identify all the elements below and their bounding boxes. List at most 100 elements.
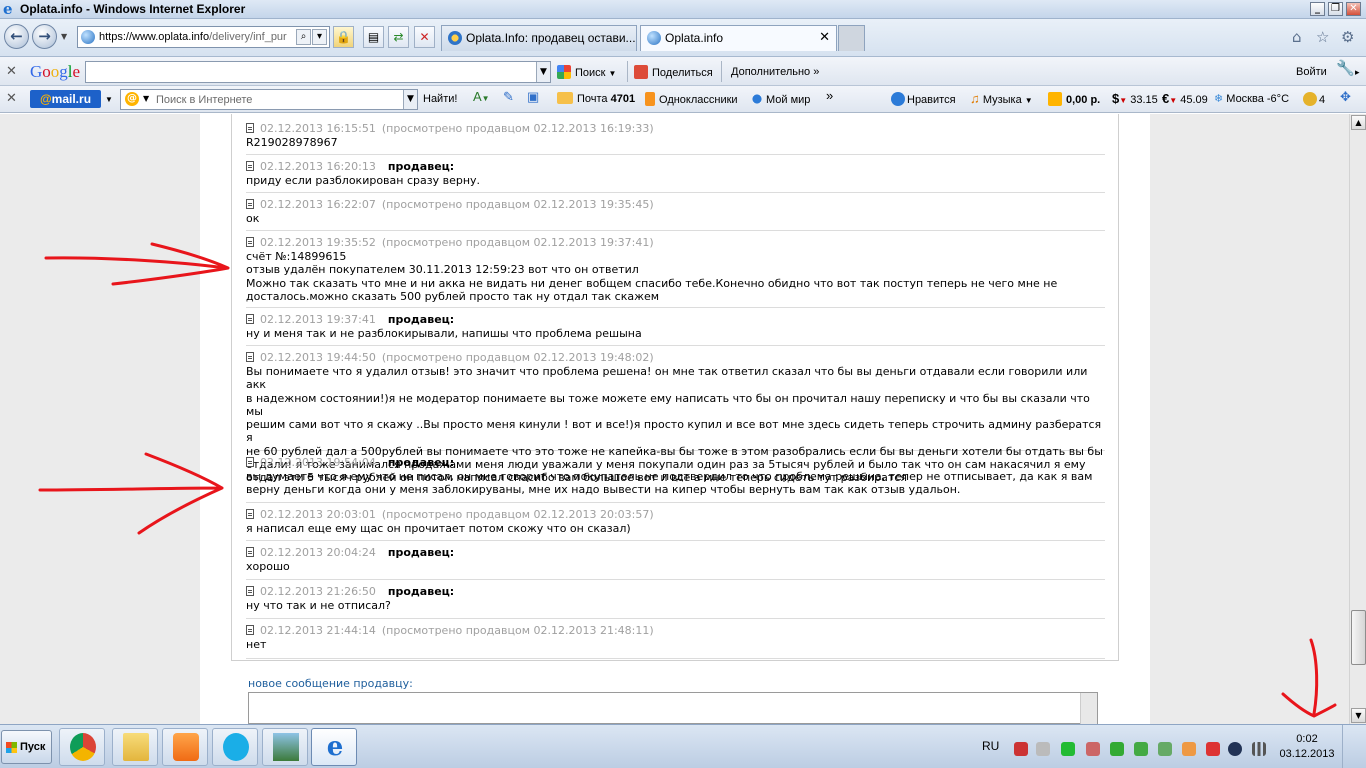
clock-time: 0:02 — [1296, 733, 1318, 745]
close-window-button[interactable]: ✕ — [1346, 2, 1361, 16]
wrench-icon[interactable]: 🔧 — [1336, 61, 1355, 76]
minimize-button[interactable]: _ — [1310, 2, 1325, 16]
textarea-scrollbar[interactable] — [1080, 693, 1097, 724]
google-search-button[interactable]: Поиск ▼ — [557, 65, 616, 81]
tray-app-icon[interactable] — [1182, 742, 1196, 756]
find-button[interactable]: Найти! — [423, 92, 457, 106]
odnoklassniki-icon — [645, 92, 655, 106]
taskbar-chrome[interactable] — [59, 728, 105, 766]
mailru-toolbar: ✕ @mail.ru ▼ @ ▼ Поиск в Интернете ▼ Най… — [0, 86, 1366, 113]
settings-icon[interactable]: ✥ — [1340, 90, 1351, 104]
usd-rate[interactable]: $▼ 33.15 — [1112, 92, 1158, 108]
tray-app-icon[interactable] — [1134, 742, 1148, 756]
font-size-icon[interactable]: A▼ — [473, 90, 490, 106]
scrollbar-thumb[interactable] — [1351, 610, 1366, 665]
mail-button[interactable]: Почта 4701 — [557, 92, 635, 106]
google-search-dropdown-icon[interactable]: ▼ — [536, 62, 550, 82]
search-icon[interactable]: ⌕ — [296, 29, 311, 45]
tray-app-icon[interactable] — [1086, 742, 1100, 756]
new-message-label: новое сообщение продавцу: — [248, 677, 413, 690]
show-desktop-button[interactable] — [1342, 725, 1366, 768]
refresh-icon[interactable]: ⇄ — [388, 26, 409, 48]
mail-label: Почта — [577, 93, 608, 105]
like-button[interactable]: Нравится — [891, 92, 956, 107]
taskbar-internet-explorer[interactable]: e — [311, 728, 357, 766]
url-domain: https://www.oplata.info — [99, 31, 210, 43]
tray-app-icon[interactable] — [1158, 742, 1172, 756]
favorites-icon[interactable]: ☆ — [1316, 28, 1329, 46]
conversation-panel: 02.12.2013 16:15:51 (просмотрено продавцо… — [231, 114, 1119, 661]
tray-app-icon[interactable] — [1206, 742, 1220, 756]
network-signal-icon[interactable] — [1252, 742, 1266, 756]
home-icon[interactable]: ⌂ — [1292, 28, 1302, 46]
bluetooth-icon[interactable] — [1228, 742, 1242, 756]
share-label: Поделиться — [652, 67, 713, 79]
weather-button[interactable]: ❄ Москва -6°C — [1214, 92, 1289, 106]
wallet-icon — [1048, 92, 1062, 106]
message-header: 02.12.2013 19:35:52 (просмотрено продавцо… — [246, 236, 1105, 250]
message-text: R219028978967 — [246, 136, 338, 149]
start-button[interactable]: Пуск — [1, 730, 52, 764]
like-icon — [891, 92, 905, 106]
taskbar-picture-viewer[interactable] — [262, 728, 308, 766]
coins-button[interactable]: 4 — [1303, 92, 1325, 107]
compatibility-icon[interactable]: ▤ — [363, 26, 384, 48]
mailru-logo[interactable]: @mail.ru — [30, 90, 101, 108]
message-seen: (просмотрено продавцом 02.12.2013 16:19:… — [381, 122, 654, 135]
taskbar-media-player[interactable] — [162, 728, 208, 766]
tab-oplata-seller[interactable]: Oplata.Info: продавец остави... — [441, 25, 637, 51]
mailru-search-input[interactable]: @ ▼ Поиск в Интернете ▼ — [120, 89, 418, 110]
clock[interactable]: 0:02 03.12.2013 — [1277, 732, 1337, 762]
history-dropdown-icon[interactable]: ▼ — [61, 32, 67, 42]
signin-button[interactable]: Войти — [1296, 65, 1327, 79]
address-bar[interactable]: https://www.oplata.info/delivery/inf_pur… — [77, 26, 330, 48]
taskbar-skype[interactable] — [212, 728, 258, 766]
forward-button[interactable]: → — [32, 24, 57, 49]
music-button[interactable]: ♫ Музыка ▼ — [970, 92, 1033, 108]
maximize-button[interactable]: ❐ — [1328, 2, 1343, 16]
eur-rate[interactable]: €▼ 45.09 — [1162, 92, 1208, 108]
chevron-right-icon[interactable]: ▸ — [1355, 65, 1360, 79]
page-viewport: 02.12.2013 16:15:51 (просмотрено продавцо… — [0, 114, 1349, 724]
close-toolbar-icon[interactable]: ✕ — [6, 92, 17, 106]
close-toolbar-icon[interactable]: ✕ — [6, 65, 17, 79]
address-dropdown-icon[interactable]: ▾ — [312, 29, 327, 45]
tray-app-icon[interactable] — [1014, 742, 1028, 756]
message-header: 02.12.2013 16:20:13 продавец: — [246, 160, 1105, 174]
chevron-down-icon: ▼ — [1024, 96, 1033, 105]
tools-gear-icon[interactable]: ⚙ — [1341, 28, 1354, 46]
language-indicator[interactable]: RU — [982, 739, 999, 753]
scroll-down-arrow[interactable]: ▼ — [1351, 708, 1366, 723]
lock-icon[interactable]: 🔒 — [333, 26, 354, 48]
taskbar-explorer[interactable] — [112, 728, 158, 766]
new-message-textarea[interactable] — [248, 692, 1098, 724]
highlight-pen-icon[interactable]: ✎ — [503, 90, 514, 104]
google-search-input[interactable]: ▼ — [85, 61, 551, 83]
google-search-label: Поиск — [575, 67, 606, 79]
message-header: 02.12.2013 16:22:07 (просмотрено продавцо… — [246, 198, 1105, 212]
tab-oplata-active[interactable]: Oplata.info ✕ — [640, 25, 837, 51]
more-button[interactable]: Дополнительно » — [731, 65, 819, 79]
weather-value: Москва -6°C — [1226, 93, 1290, 105]
volume-icon[interactable] — [1036, 742, 1050, 756]
close-tab-icon[interactable]: ✕ — [819, 26, 830, 50]
scroll-up-arrow[interactable]: ▲ — [1351, 115, 1366, 130]
tray-app-icon[interactable] — [1061, 742, 1075, 756]
screenshot-icon[interactable]: ▣ — [527, 90, 539, 104]
address-url[interactable]: https://www.oplata.info/delivery/inf_pur — [99, 31, 291, 44]
odnoklassniki-button[interactable]: Одноклассники — [645, 92, 738, 107]
new-tab-button[interactable] — [838, 25, 865, 51]
stop-icon[interactable]: ✕ — [414, 26, 435, 48]
moi-mir-button[interactable]: Мой мир — [750, 92, 810, 107]
chevron-down-icon[interactable]: ▼ — [105, 93, 113, 107]
tray-app-icon[interactable] — [1110, 742, 1124, 756]
back-button[interactable]: ← — [4, 24, 29, 49]
message-item: 02.12.2013 19:44:50 (просмотрено продавцо… — [246, 346, 1105, 484]
balance-button[interactable]: 0,00 р. — [1048, 92, 1100, 107]
share-button[interactable]: Поделиться — [634, 65, 713, 80]
page-scrollbar[interactable]: ▲ ▼ — [1349, 114, 1366, 724]
down-arrow-icon: ▼ — [1169, 96, 1178, 105]
search-dropdown-icon[interactable]: ▼ — [403, 90, 417, 109]
system-tray — [1006, 729, 1274, 765]
more-chevron-icon[interactable]: » — [826, 89, 833, 103]
